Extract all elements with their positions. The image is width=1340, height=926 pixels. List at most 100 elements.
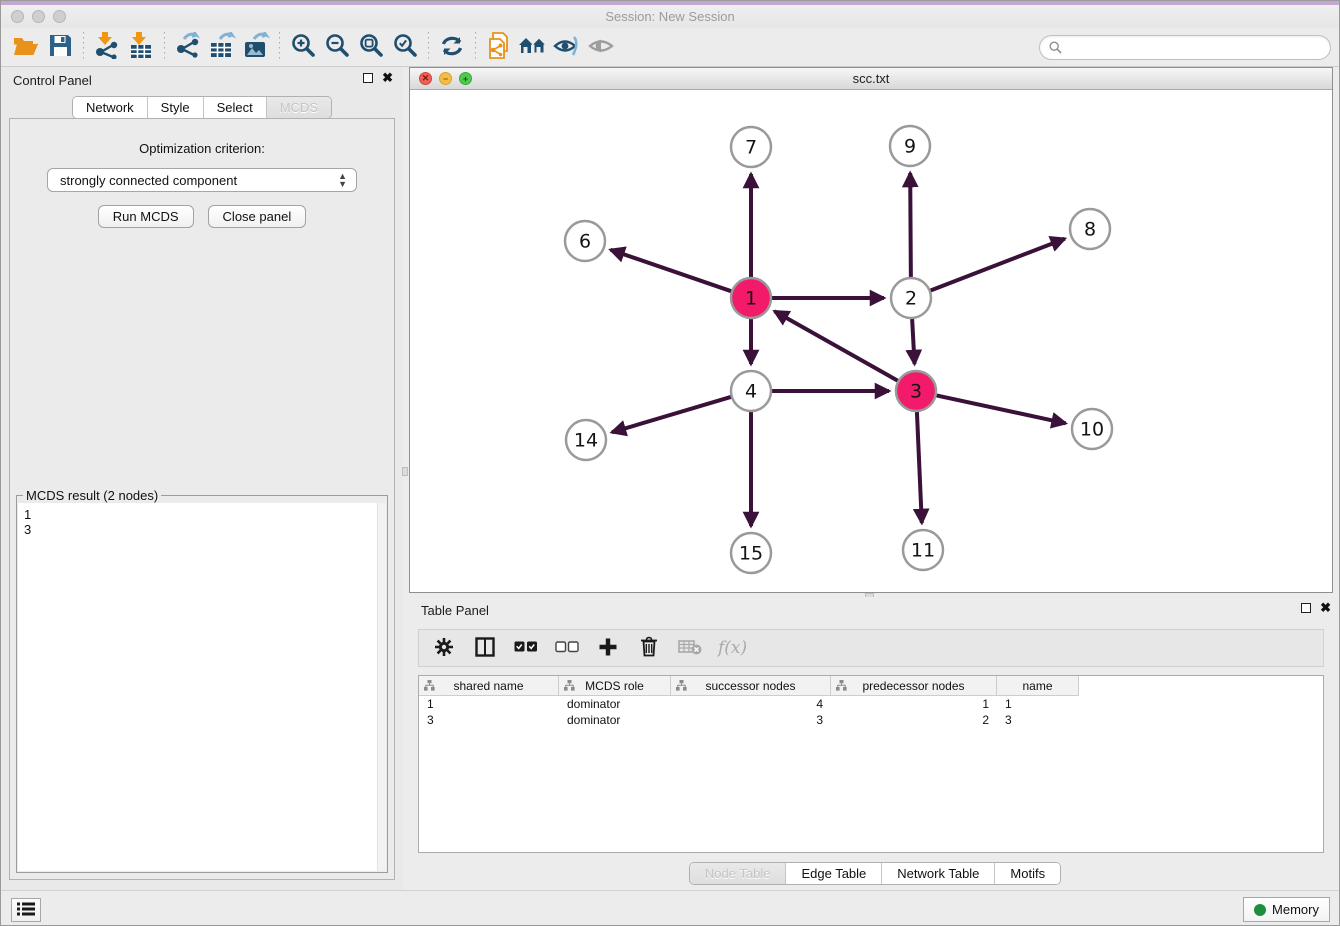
export-image-icon: [242, 32, 270, 62]
delete-table-button: [677, 635, 703, 661]
show-all-button[interactable]: [516, 31, 550, 63]
zoom-out-button[interactable]: [320, 31, 354, 63]
graph-node-14[interactable]: 14: [566, 420, 606, 460]
hide-selected-button[interactable]: [550, 31, 584, 63]
graph-node-10[interactable]: 10: [1072, 409, 1112, 449]
table-row[interactable]: 1dominator411: [419, 696, 1323, 712]
table-cell[interactable]: 2: [831, 713, 997, 727]
mcds-result-text[interactable]: 1 3: [18, 503, 386, 871]
save-icon: [49, 34, 72, 60]
float-panel-icon[interactable]: [363, 73, 373, 83]
search-input[interactable]: [1067, 40, 1321, 54]
zoom-in-button[interactable]: [286, 31, 320, 63]
graph-node-15[interactable]: 15: [731, 533, 771, 573]
column-header-predecessor-nodes[interactable]: predecessor nodes: [831, 676, 997, 696]
open-file-button[interactable]: [9, 31, 43, 63]
column-layout-button[interactable]: [472, 635, 498, 661]
edge-2-9[interactable]: [910, 173, 911, 277]
network-graph[interactable]: 7 9 6 8 1 2 4 3 14 10 15 11: [410, 90, 1332, 593]
graph-node-1[interactable]: 1: [731, 278, 771, 318]
edge-4-14[interactable]: [612, 397, 731, 432]
column-tree-icon: [836, 680, 847, 694]
window-title: Session: New Session: [1, 9, 1339, 24]
deselect-all-button[interactable]: [554, 635, 580, 661]
close-panel-button[interactable]: Close panel: [208, 205, 307, 228]
close-panel-icon[interactable]: ✖: [382, 73, 393, 83]
network-canvas[interactable]: 7 9 6 8 1 2 4 3 14 10 15 11: [410, 90, 1332, 592]
float-table-panel-icon[interactable]: [1301, 603, 1311, 613]
network-window-titlebar[interactable]: ✕ − + scc.txt: [410, 68, 1332, 90]
graph-node-7[interactable]: 7: [731, 127, 771, 167]
column-header-successor-nodes[interactable]: successor nodes: [671, 676, 831, 696]
graph-node-4[interactable]: 4: [731, 371, 771, 411]
export-image-button[interactable]: [239, 31, 273, 63]
table-cell[interactable]: dominator: [559, 697, 671, 711]
graph-node-8[interactable]: 8: [1070, 209, 1110, 249]
table-cell[interactable]: dominator: [559, 713, 671, 727]
graph-node-2[interactable]: 2: [891, 278, 931, 318]
edge-1-6[interactable]: [611, 250, 732, 291]
tab-mcds[interactable]: MCDS: [267, 97, 331, 118]
tab-edge-table[interactable]: Edge Table: [786, 863, 882, 884]
result-scrollbar[interactable]: [377, 503, 386, 871]
apply-layout-button[interactable]: [435, 31, 469, 63]
graph-node-6[interactable]: 6: [565, 221, 605, 261]
node-label: 9: [904, 136, 916, 158]
table-settings-button[interactable]: [431, 635, 457, 661]
edge-3-1[interactable]: [775, 311, 898, 380]
optimization-criterion-dropdown[interactable]: strongly connected component ▲▼: [47, 168, 357, 192]
import-table-button[interactable]: [124, 31, 158, 63]
import-network-button[interactable]: [90, 31, 124, 63]
memory-label: Memory: [1272, 902, 1319, 917]
fx-icon: f(x): [718, 638, 747, 658]
export-network-button[interactable]: [171, 31, 205, 63]
delete-column-button[interactable]: [636, 635, 662, 661]
houses-icon: [518, 35, 548, 60]
edge-3-11[interactable]: [917, 412, 922, 523]
graph-node-3[interactable]: 3: [896, 371, 936, 411]
table-cell[interactable]: 3: [671, 713, 831, 727]
node-table[interactable]: shared nameMCDS rolesuccessor nodesprede…: [418, 675, 1324, 853]
unchecked-boxes-icon: [555, 641, 579, 656]
zoom-fit-button[interactable]: [354, 31, 388, 63]
memory-button[interactable]: Memory: [1243, 897, 1330, 922]
table-cell[interactable]: 3: [419, 713, 559, 727]
toolbar-separator: [475, 32, 476, 62]
column-header-MCDS-role[interactable]: MCDS role: [559, 676, 671, 696]
tab-network[interactable]: Network: [73, 97, 148, 118]
task-history-button[interactable]: [11, 898, 41, 922]
edge-3-10[interactable]: [937, 395, 1066, 423]
table-cell[interactable]: 1: [419, 697, 559, 711]
run-mcds-button[interactable]: Run MCDS: [98, 205, 194, 228]
search-icon: [1049, 41, 1062, 54]
table-cell[interactable]: 1: [997, 697, 1079, 711]
search-field[interactable]: [1039, 35, 1331, 60]
save-session-button[interactable]: [43, 31, 77, 63]
edge-2-8[interactable]: [931, 239, 1065, 291]
close-table-panel-icon[interactable]: ✖: [1320, 603, 1331, 613]
vertical-splitter-handle[interactable]: [402, 467, 408, 476]
node-label: 10: [1080, 419, 1104, 441]
select-all-button[interactable]: [513, 635, 539, 661]
export-network-icon: [174, 32, 202, 62]
clone-network-button[interactable]: [482, 31, 516, 63]
table-cell[interactable]: 4: [671, 697, 831, 711]
column-header-shared-name[interactable]: shared name: [419, 676, 559, 696]
graph-node-9[interactable]: 9: [890, 126, 930, 166]
edge-2-3[interactable]: [912, 319, 914, 364]
tab-node-table[interactable]: Node Table: [690, 863, 787, 884]
column-header-name[interactable]: name: [997, 676, 1079, 696]
table-panel-tabs: Node TableEdge TableNetwork TableMotifs: [689, 862, 1061, 885]
tab-style[interactable]: Style: [148, 97, 204, 118]
add-column-button[interactable]: [595, 635, 621, 661]
graph-node-11[interactable]: 11: [903, 530, 943, 570]
export-table-button[interactable]: [205, 31, 239, 63]
tab-motifs[interactable]: Motifs: [995, 863, 1060, 884]
table-cell[interactable]: 1: [831, 697, 997, 711]
tab-select[interactable]: Select: [204, 97, 267, 118]
node-label: 8: [1084, 219, 1096, 241]
table-cell[interactable]: 3: [997, 713, 1079, 727]
table-row[interactable]: 3dominator323: [419, 712, 1323, 728]
zoom-selected-button[interactable]: [388, 31, 422, 63]
tab-network-table[interactable]: Network Table: [882, 863, 995, 884]
